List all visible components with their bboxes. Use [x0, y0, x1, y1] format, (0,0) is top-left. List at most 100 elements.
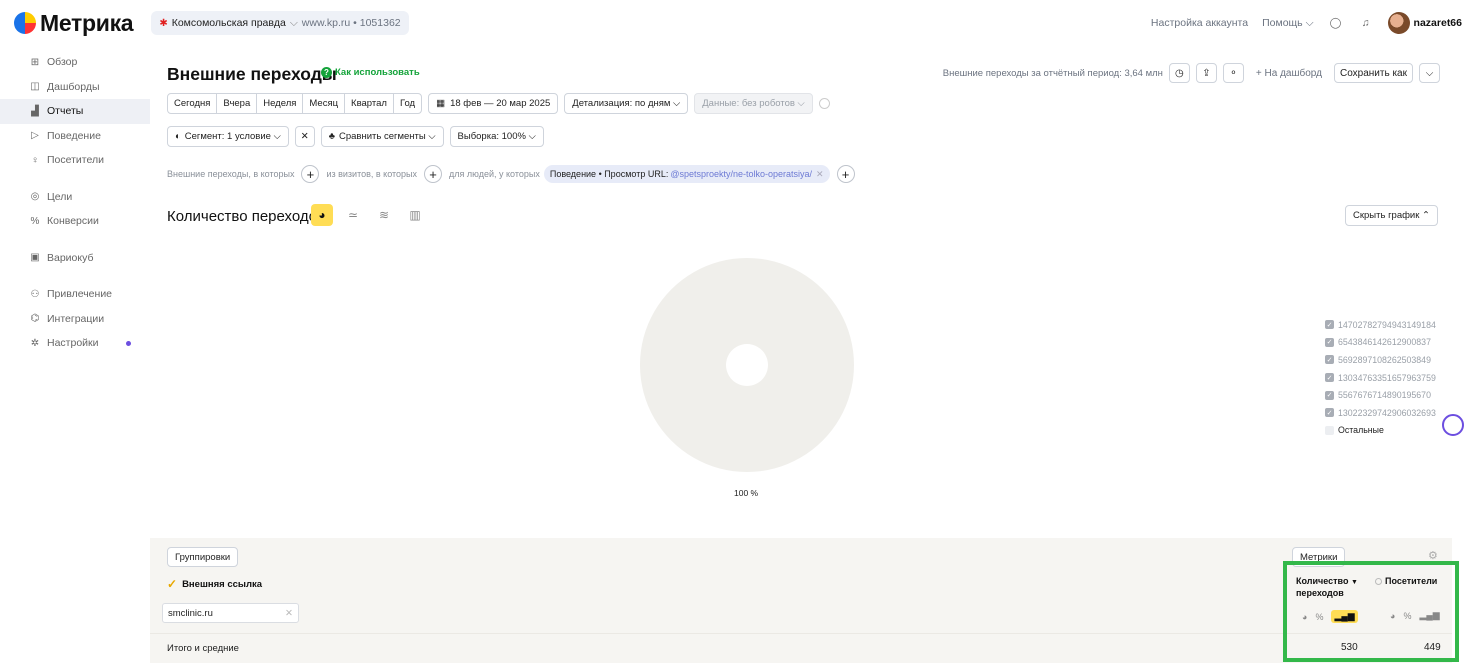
add-user-filter-button[interactable]: + [836, 165, 855, 183]
add-to-dashboard-button[interactable]: + На дашборд [1249, 63, 1328, 83]
checkbox-icon: ✓ [1325, 337, 1334, 347]
pie-slice[interactable] [639, 258, 854, 472]
legend-item[interactable]: ✓ 5567676714890195670 [1325, 386, 1436, 404]
bell-icon[interactable]: ♫ [1358, 15, 1374, 31]
sidebar-item-label: Отчеты [47, 105, 84, 118]
bar-chart-icon[interactable]: ▥ [404, 204, 426, 226]
sidebar-item-integrations[interactable]: ⌬ Интеграции [0, 307, 150, 332]
compare-segments-dropdown[interactable]: ♣ Сравнить сегменты ⌵ [320, 126, 444, 147]
sidebar-item-visitors[interactable]: ♀ Посетители [0, 148, 150, 173]
checkbox-icon: ✓ [1325, 390, 1334, 400]
counter-name: Комсомольская правда [171, 17, 286, 29]
period-selector: Сегодня Вчера Неделя Месяц Квартал Год [167, 93, 423, 114]
line-chart-icon[interactable]: ≃ [342, 204, 364, 226]
page-title: Внешние переходы [167, 64, 337, 84]
how-to-link[interactable]: ? Как использовать [321, 67, 420, 78]
close-icon[interactable]: ✕ [285, 608, 293, 619]
dimension-filter-input[interactable]: smclinic.ru ✕ [162, 603, 299, 623]
date-range-picker[interactable]: ▦ 18 фев — 20 мар 2025 [428, 93, 559, 114]
logo-text: Метрика [40, 9, 134, 36]
cube-icon: ▣ [30, 252, 40, 264]
period-month[interactable]: Месяц [303, 94, 346, 113]
checkbox-icon [1325, 425, 1334, 435]
reports-icon: ▟ [31, 105, 39, 117]
history-icon[interactable]: ◷ [1168, 63, 1190, 83]
chat-icon[interactable]: ◯ [1328, 15, 1344, 31]
hide-chart-button[interactable]: Скрыть график ⌃ [1345, 205, 1438, 226]
dashboard-icon: ◫ [30, 81, 40, 93]
segment-icon: ◐ [175, 131, 181, 142]
segment-row: ◐ Сегмент: 1 условие ⌵ ✕ ♣ Сравнить сегмен… [167, 126, 544, 147]
help-circle-icon: ? [321, 67, 332, 78]
legend-item[interactable]: ✓ 14702782794943149184 [1325, 316, 1436, 334]
user-menu[interactable]: nazaret66 [1387, 12, 1462, 34]
checkmark-icon[interactable]: ✓ [167, 577, 177, 591]
sidebar-item-goals[interactable]: ◎ Цели [0, 185, 150, 210]
chevron-down-icon: ⌵ [289, 16, 298, 29]
sidebar-item-settings[interactable]: ✲ Настройки [0, 331, 150, 356]
sidebar-item-label: Привлечение [47, 288, 113, 301]
how-to-label: Как использовать [335, 67, 420, 78]
avatar [1387, 12, 1410, 34]
pie-chart-icon[interactable]: ◕ [311, 204, 333, 226]
legend-item[interactable]: ✓ 13022329742906032693 [1325, 404, 1436, 422]
pie-chart-svg [639, 258, 854, 472]
period-year[interactable]: Год [394, 94, 421, 113]
sidebar-item-dashboards[interactable]: ◫ Дашборды [0, 75, 150, 100]
sample-dropdown[interactable]: Выборка: 100% ⌵ [449, 126, 544, 147]
detail-dropdown[interactable]: Детализация: по дням ⌵ [564, 93, 689, 114]
dimension-filter-value: smclinic.ru [168, 607, 213, 619]
sidebar-item-behavior[interactable]: ▷ Поведение [0, 124, 150, 149]
add-hit-filter-button[interactable]: + [301, 165, 320, 183]
hide-chart-label: Скрыть график [1353, 210, 1420, 221]
segment-clear-button[interactable]: ✕ [294, 126, 315, 147]
pie-percent-label: 100 % [734, 488, 759, 498]
totals-row: Итого и средние [150, 633, 1452, 663]
close-icon[interactable]: ✕ [816, 169, 824, 180]
legend-item[interactable]: ✓ 5692897108262503849 [1325, 351, 1436, 369]
report-table: Группировки Метрики ⚙ ✓ Внешняя ссылка s… [150, 538, 1452, 663]
legend-item[interactable]: ✓ 6543846142612900837 [1325, 334, 1436, 352]
legend-item[interactable]: ✓ 13034763351657963759 [1325, 369, 1436, 387]
share-icon[interactable]: ⚬ [1222, 63, 1244, 83]
sidebar-item-label: Интеграции [47, 312, 105, 325]
help-menu[interactable]: Помощь ⌵ [1262, 17, 1313, 30]
top-right-controls: Настройка аккаунта Помощь ⌵ ◯ ♫ nazaret6… [1151, 0, 1462, 46]
data-filter-dropdown[interactable]: Данные: без роботов ⌵ [694, 93, 813, 114]
metrika-logo[interactable]: Метрика [14, 9, 134, 37]
stacked-area-icon[interactable]: ≋ [373, 204, 395, 226]
help-circle-icon[interactable] [818, 98, 830, 109]
period-today[interactable]: Сегодня [168, 94, 218, 113]
pie-chart [639, 258, 854, 472]
filter-text-hits: Внешние переходы, в которых [167, 169, 295, 179]
save-as-button[interactable]: Сохранить как [1333, 63, 1413, 83]
users-icon: ⚇ [30, 288, 40, 300]
condition-chip[interactable]: Поведение • Просмотр URL: @spetsproekty/… [543, 165, 830, 183]
period-yesterday[interactable]: Вчера [217, 94, 258, 113]
period-week[interactable]: Неделя [257, 94, 304, 113]
counter-selector[interactable]: ✱ Комсомольская правда ⌵ www.kp.ru • 105… [151, 11, 409, 35]
grid-icon: ⊞ [30, 56, 40, 68]
chevron-down-icon[interactable]: ⌵ [1419, 63, 1440, 83]
sidebar: ⊞ Обзор ◫ Дашборды ▟ Отчеты ▷ Поведение ♀ Пос… [0, 46, 150, 663]
sidebar-item-label: Обзор [47, 56, 78, 69]
add-visit-filter-button[interactable]: + [424, 165, 443, 183]
sidebar-item-label: Цели [47, 190, 73, 203]
period-quarter[interactable]: Квартал [345, 94, 394, 113]
sidebar-item-variocube[interactable]: ▣ Вариокуб [0, 246, 150, 271]
groupings-button[interactable]: Группировки [167, 547, 239, 567]
assistant-icon[interactable] [1442, 414, 1464, 436]
filter-row: Внешние переходы, в которых + из визитов… [167, 165, 858, 183]
segment-dropdown[interactable]: ◐ Сегмент: 1 условие ⌵ [167, 126, 289, 147]
data-filter-label: Данные: без роботов [702, 98, 795, 109]
account-settings-link[interactable]: Настройка аккаунта [1151, 17, 1248, 29]
date-range-label: 18 фев — 20 мар 2025 [450, 98, 551, 109]
sidebar-item-acquisition[interactable]: ⚇ Привлечение [0, 282, 150, 307]
sidebar-item-reports[interactable]: ▟ Отчеты [0, 99, 150, 124]
sidebar-item-conversions[interactable]: % Конверсии [0, 209, 150, 234]
sample-label: Выборка: 100% [457, 131, 526, 142]
legend-label: 13034763351657963759 [1338, 372, 1436, 383]
legend-item-other[interactable]: Остальные [1325, 422, 1436, 440]
export-icon[interactable]: ⇪ [1195, 63, 1217, 83]
sidebar-item-overview[interactable]: ⊞ Обзор [0, 50, 150, 75]
